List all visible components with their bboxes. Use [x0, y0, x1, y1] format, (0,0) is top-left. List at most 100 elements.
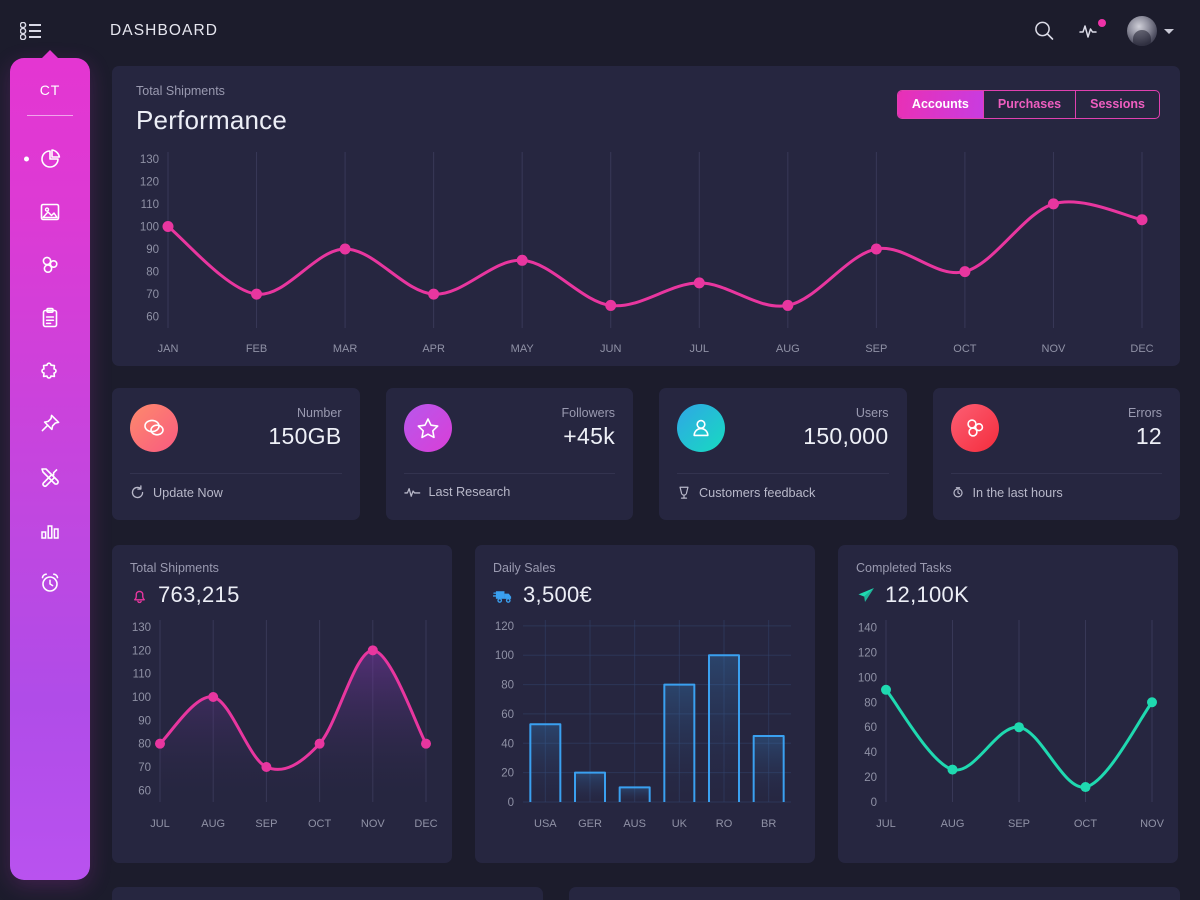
svg-text:90: 90 — [138, 715, 151, 727]
svg-text:120: 120 — [858, 647, 877, 659]
daily-sales-chart-svg: 0 20 40 60 80 100 120 USA GER AUS UK RO BR — [495, 620, 791, 830]
svg-text:100: 100 — [132, 692, 151, 704]
total-shipments-chart-svg: 60 70 80 90 100 110 120 130 JUL AUG SEP OCT NOV DEC — [132, 620, 438, 830]
sidebar-item-widgets[interactable] — [10, 344, 90, 397]
pin-icon — [41, 414, 60, 431]
pulse-activity-icon — [403, 488, 420, 497]
svg-text:AUG: AUG — [776, 343, 800, 355]
pie-chart-icon — [41, 148, 61, 168]
svg-text:JAN: JAN — [158, 343, 179, 355]
svg-text:APR: APR — [422, 343, 445, 355]
mini-card-value: 3,500€ — [523, 582, 593, 607]
svg-text:JUL: JUL — [150, 818, 170, 830]
sidebar-brand: CT — [39, 82, 61, 98]
clipboard-icon — [42, 307, 58, 327]
sidebar-items — [10, 132, 90, 609]
stat-label: Followers — [561, 406, 616, 420]
performance-chart: 60 70 80 90 100 110 120 130 JAN FEB MAR APR MAY JUN JU… — [126, 142, 1160, 367]
svg-text:OCT: OCT — [953, 343, 977, 355]
divider — [403, 473, 615, 474]
puzzle-icon — [41, 361, 57, 379]
stat-footer[interactable]: Customers feedback — [677, 485, 889, 500]
chat-bubbles-icon — [144, 419, 164, 436]
svg-text:MAY: MAY — [511, 343, 535, 355]
stat-card-followers: Followers +45k Last Research — [385, 388, 633, 520]
stat-footer-label: Update Now — [153, 485, 223, 500]
top-bar-actions — [1033, 16, 1200, 46]
molecule-icon — [966, 419, 983, 437]
stat-card-number: Number 150GB Update Now — [112, 388, 360, 520]
svg-text:80: 80 — [501, 680, 514, 692]
molecule-icon-badge — [950, 404, 999, 452]
svg-text:DEC: DEC — [414, 818, 437, 830]
svg-text:110: 110 — [133, 669, 151, 681]
svg-text:SEP: SEP — [1008, 818, 1030, 830]
svg-text:MAR: MAR — [333, 343, 358, 355]
tab-purchases[interactable]: Purchases — [982, 91, 1075, 118]
svg-text:80: 80 — [864, 697, 877, 709]
svg-text:80: 80 — [146, 267, 159, 279]
performance-chart-svg: 60 70 80 90 100 110 120 130 JAN FEB MAR APR MAY JUN JU… — [140, 152, 1154, 355]
management-table-panel: Management Table — [569, 887, 1180, 900]
stat-card-users: Users 150,000 Customers feedback — [659, 388, 907, 520]
tab-sessions[interactable]: Sessions — [1075, 91, 1159, 118]
svg-text:SEP: SEP — [865, 343, 887, 355]
refresh-icon — [131, 485, 144, 499]
svg-text:AUG: AUG — [941, 818, 965, 830]
sidebar-item-settings[interactable] — [10, 450, 90, 503]
sidebar-item-components[interactable] — [10, 238, 90, 291]
alarm-clock-icon — [41, 572, 59, 592]
svg-text:USA: USA — [534, 818, 557, 830]
svg-text:140: 140 — [858, 622, 877, 634]
svg-text:GER: GER — [578, 818, 602, 830]
person-icon — [693, 419, 709, 437]
send-icon — [858, 588, 874, 602]
svg-text:40: 40 — [864, 747, 877, 759]
svg-text:0: 0 — [871, 797, 877, 809]
svg-text:60: 60 — [501, 709, 514, 721]
svg-text:NOV: NOV — [1042, 343, 1067, 355]
svg-text:70: 70 — [146, 289, 159, 301]
truck-icon — [493, 590, 512, 603]
stat-footer[interactable]: In the last hours — [951, 485, 1163, 500]
sidebar: CT — [10, 58, 90, 880]
svg-text:40: 40 — [501, 738, 514, 750]
svg-text:70: 70 — [138, 762, 151, 774]
mini-card-subtitle: Completed Tasks — [856, 561, 952, 575]
page-title: DASHBOARD — [110, 22, 219, 39]
svg-text:90: 90 — [146, 244, 159, 256]
sidebar-item-charts[interactable] — [10, 503, 90, 556]
sidebar-item-dashboard[interactable] — [10, 132, 90, 185]
svg-text:110: 110 — [141, 199, 159, 211]
avatar — [1127, 16, 1157, 46]
sidebar-item-alarms[interactable] — [10, 556, 90, 609]
performance-card: Total Shipments Performance Accounts Pur… — [112, 66, 1180, 366]
tab-accounts[interactable]: Accounts — [897, 91, 983, 118]
trophy-icon — [679, 486, 689, 499]
sidebar-item-images[interactable] — [10, 185, 90, 238]
search-button[interactable] — [1033, 20, 1055, 42]
molecule-icon — [42, 256, 58, 273]
svg-text:BR: BR — [761, 818, 776, 830]
user-menu-button[interactable] — [1127, 16, 1174, 46]
svg-text:OCT: OCT — [1074, 818, 1098, 830]
svg-text:SEP: SEP — [255, 818, 277, 830]
chevron-down-icon — [1164, 28, 1174, 34]
sidebar-item-forms[interactable] — [10, 291, 90, 344]
svg-text:100: 100 — [858, 672, 877, 684]
image-icon — [40, 203, 60, 220]
stat-footer[interactable]: Last Research — [403, 485, 616, 499]
notifications-button[interactable] — [1079, 19, 1106, 41]
chat-bubbles-icon-badge — [130, 404, 178, 452]
stat-footer-label: Customers feedback — [699, 485, 816, 500]
divider — [677, 473, 889, 474]
completed-tasks-chart-svg: 0 20 40 60 80 100 120 140 JUL AUG SEP OCT NOV — [858, 620, 1165, 830]
stat-footer[interactable]: Update Now — [130, 485, 342, 500]
mini-card-value: 12,100K — [885, 582, 970, 607]
sidebar-item-pinned[interactable] — [10, 397, 90, 450]
svg-text:120: 120 — [140, 176, 159, 188]
stat-value: 12 — [1135, 423, 1162, 449]
svg-text:JUN: JUN — [600, 343, 621, 355]
mini-card-subtitle: Daily Sales — [493, 561, 556, 575]
star-icon — [416, 418, 439, 439]
